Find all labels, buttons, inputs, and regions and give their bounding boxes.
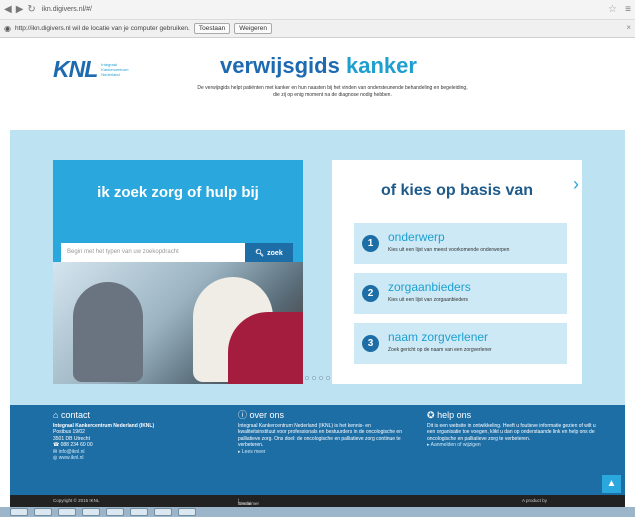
taskbar-button[interactable] xyxy=(58,508,76,516)
taskbar-button[interactable] xyxy=(130,508,148,516)
bookmark-star-icon[interactable]: ☆ xyxy=(608,4,617,15)
logo-subtext: Integraal Kankercentrum Nederland xyxy=(101,62,129,77)
search-panel-title: ik zoek zorg of hulp bij xyxy=(97,184,259,201)
close-icon[interactable]: × xyxy=(626,23,631,32)
site-header: KNL Integraal Kankercentrum Nederland ve… xyxy=(10,38,625,130)
option-desc: Kies uit een lijst van zorgaanbieders xyxy=(388,297,469,303)
menu-icon[interactable]: ≡ xyxy=(625,4,631,15)
footer-help: ✪ help ons Dit is een website in ontwikk… xyxy=(427,410,602,449)
website-link[interactable]: www.iknl.nl xyxy=(59,455,84,461)
taskbar-button[interactable] xyxy=(154,508,172,516)
footer-contact: ⌂ contact Integraal Kankercentrum Nederl… xyxy=(53,410,203,462)
geolocation-infobar: ◉ http://ikn.digivers.nl wil de locatie … xyxy=(0,20,635,38)
option-onderwerp[interactable]: 1 onderwerp Kies uit een lijst van meest… xyxy=(354,223,567,264)
intro-text: De verwijsgids helpt patiënten met kanke… xyxy=(197,85,468,98)
option-label: onderwerp xyxy=(388,230,445,244)
option-number: 1 xyxy=(362,235,379,252)
option-desc: Zoek gericht op de naam van een zorgverl… xyxy=(388,347,492,353)
forward-icon[interactable]: ▶ xyxy=(16,4,24,15)
search-button[interactable]: 🔍︎ zoek xyxy=(245,243,293,263)
option-naam-zorgverlener[interactable]: 3 naam zorgverlener Zoek gericht op de n… xyxy=(354,323,567,364)
info-icon: ⓘ xyxy=(238,410,248,420)
about-text: Integraal Kankercentrum Nederland (IKNL)… xyxy=(238,422,402,449)
hero-photo xyxy=(53,262,303,384)
carousel-dot[interactable] xyxy=(305,376,309,380)
help-icon: ✪ xyxy=(427,410,435,420)
location-icon: ◉ xyxy=(4,24,11,33)
allow-button[interactable]: Toestaan xyxy=(193,23,231,34)
home-icon: ⌂ xyxy=(53,410,59,420)
taskbar-button[interactable] xyxy=(34,508,52,516)
option-label: naam zorgverlener xyxy=(388,330,489,344)
choose-panel-title: of kies op basis van xyxy=(380,182,534,199)
carousel-dot[interactable] xyxy=(312,376,316,380)
taskbar-button[interactable] xyxy=(106,508,124,516)
disclaimer-link[interactable]: Disclaimer | versie 1.2 xyxy=(238,498,259,511)
carousel-dots xyxy=(305,376,330,380)
email-link[interactable]: info@iknl.nl xyxy=(59,449,85,455)
register-link[interactable]: ▸ Aanmelden of wijzigen xyxy=(427,442,602,449)
help-text: Dit is een website in ontwikkeling. Heef… xyxy=(427,422,596,442)
scroll-top-button[interactable]: ▲ xyxy=(602,475,621,493)
carousel-dot[interactable] xyxy=(319,376,323,380)
option-number: 2 xyxy=(362,285,379,302)
option-desc: Kies uit een lijst van meest voorkomende… xyxy=(388,247,510,253)
reload-icon[interactable]: ↻ xyxy=(27,4,35,15)
read-more-link[interactable]: ▸ Lees meer xyxy=(238,449,403,456)
option-zorgaanbieders[interactable]: 2 zorgaanbieders Kies uit een lijst van … xyxy=(354,273,567,314)
back-icon[interactable]: ◀ xyxy=(4,4,12,15)
os-taskbar xyxy=(0,507,635,517)
url-field[interactable]: ikn.digivers.nl/#/ xyxy=(42,6,92,13)
geolocation-message: http://ikn.digivers.nl wil de locatie va… xyxy=(14,25,190,32)
option-label: zorgaanbieders xyxy=(388,280,471,294)
footer-about: ⓘ over ons Integraal Kankercentrum Neder… xyxy=(238,410,403,456)
footer-about-heading: ⓘ over ons xyxy=(238,410,285,420)
title-part2: kanker xyxy=(345,53,417,78)
option-number: 3 xyxy=(362,335,379,352)
site-footer: ⌂ contact Integraal Kankercentrum Nederl… xyxy=(10,405,625,495)
phone-number: 088 234 60 00 xyxy=(60,442,93,448)
nav-buttons: ◀ ▶ ↻ xyxy=(4,4,36,15)
search-panel: ik zoek zorg of hulp bij Begin met het t… xyxy=(53,160,303,384)
carousel-dot[interactable] xyxy=(326,376,330,380)
org-name: Integraal Kankercentrum Nederland (IKNL) xyxy=(53,422,155,429)
page-title: verwijsgids kanker xyxy=(220,53,417,79)
phone-icon: ☎ xyxy=(53,442,61,448)
footer-contact-heading: ⌂ contact xyxy=(53,410,90,420)
choose-panel: of kies op basis van 1 onderwerp Kies ui… xyxy=(332,160,582,384)
hero-section: ‹ ik zoek zorg of hulp bij Begin met het… xyxy=(10,130,625,405)
title-part1: verwijsgids xyxy=(220,53,340,78)
product-by-text: A product by xyxy=(522,498,548,503)
taskbar-button[interactable] xyxy=(178,508,196,516)
taskbar-button[interactable] xyxy=(10,508,28,516)
browser-window: ◀ ▶ ↻ ikn.digivers.nl/#/ ☆ ≡ ◉ http://ik… xyxy=(0,0,635,517)
footer-help-heading: ✪ help ons xyxy=(427,410,472,420)
taskbar-button[interactable] xyxy=(82,508,100,516)
next-arrow-icon[interactable]: › xyxy=(573,174,579,195)
logo-text: KNL xyxy=(53,56,98,82)
iknl-logo[interactable]: KNL Integraal Kankercentrum Nederland xyxy=(53,56,141,83)
search-input[interactable]: Begin met het typen van uw zoekopdracht xyxy=(61,243,245,263)
address-bar: ◀ ▶ ↻ ikn.digivers.nl/#/ ☆ ≡ xyxy=(0,0,635,20)
patient-figure xyxy=(73,282,143,382)
copyright-text: Copyright © 2015 IKNL xyxy=(53,498,100,503)
search-button-label: zoek xyxy=(267,249,283,257)
person-figure xyxy=(228,312,303,384)
footer-bottom-bar: Copyright © 2015 IKNL Disclaimer | versi… xyxy=(10,495,625,511)
deny-button[interactable]: Weigeren xyxy=(234,23,272,34)
search-icon: 🔍︎ xyxy=(255,250,265,257)
